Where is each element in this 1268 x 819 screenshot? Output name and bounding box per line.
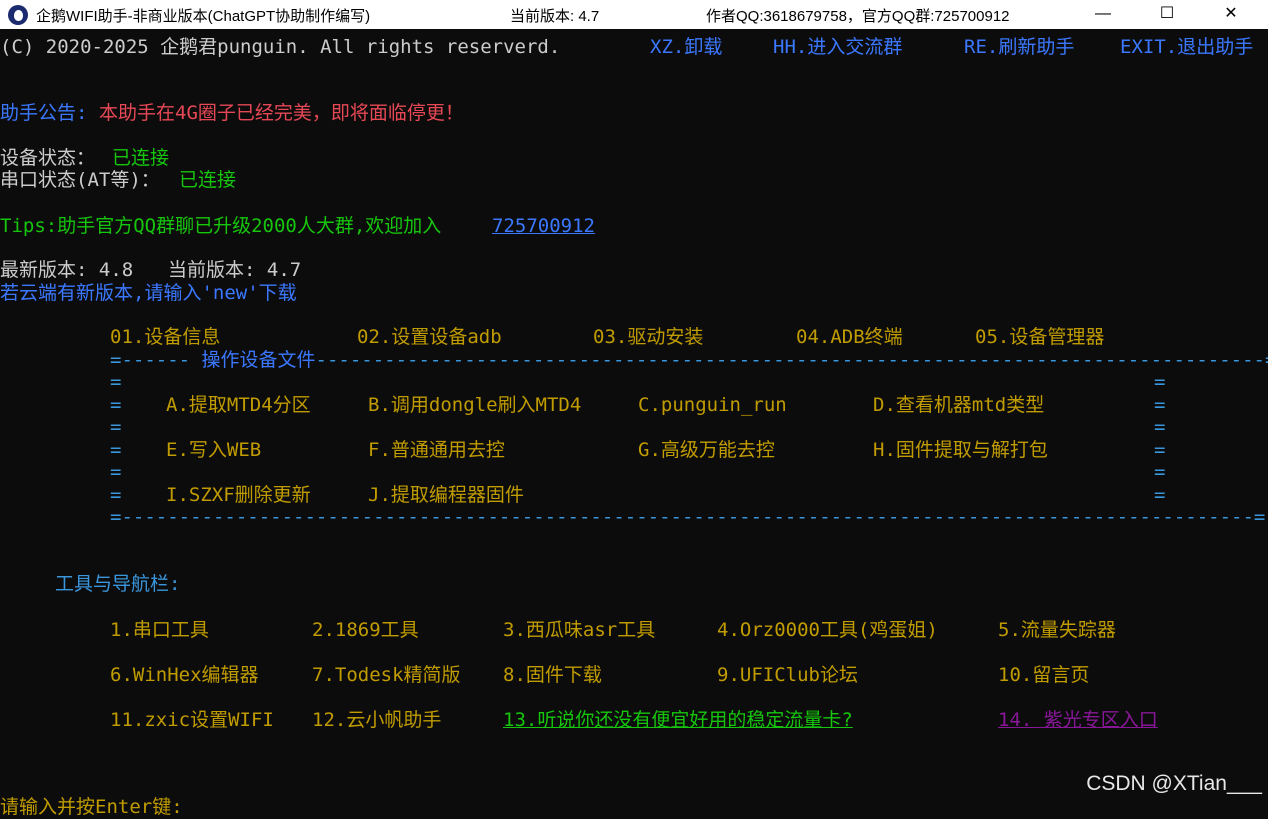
window-titlebar: 企鹅WIFI助手-非商业版本(ChatGPT协助制作编写) 当前版本: 4.7 … <box>0 0 1268 29</box>
box-right-edge: = <box>1154 439 1166 461</box>
tool-zxic-wifi[interactable]: 11.zxic设置WIFI <box>110 708 274 732</box>
option-a-extract-mtd4[interactable]: A.提取MTD4分区 <box>166 393 311 417</box>
option-j-programmer-firmware[interactable]: J.提取编程器固件 <box>368 483 524 507</box>
tool-firmware-download[interactable]: 8.固件下载 <box>503 663 602 687</box>
menu-join-group[interactable]: HH.进入交流群 <box>773 35 902 59</box>
update-hint: 若云端有新版本,请输入'new'下载 <box>0 282 297 304</box>
box-right-edge: = <box>1154 484 1166 506</box>
csdn-watermark: CSDN @XTian___ <box>1086 772 1262 795</box>
copyright-text: (C) 2020-2025 企鹅君punguin. All rights res… <box>0 36 561 58</box>
device-status-value: 已连接 <box>112 147 170 169</box>
box-title: 操作设备文件 <box>201 349 316 371</box>
window-title: 企鹅WIFI助手-非商业版本(ChatGPT协助制作编写) <box>36 8 371 25</box>
box-left-edge: = <box>110 394 122 416</box>
box-bottom-border: =---------------------------------------… <box>110 506 1266 528</box>
window-author-label: 作者QQ:3618679758，官方QQ群:725700912 <box>706 8 1010 25</box>
option-b-dongle-flash[interactable]: B.调用dongle刷入MTD4 <box>368 393 581 417</box>
box-right-edge: = <box>1154 416 1166 438</box>
box-left-edge: = <box>110 484 122 506</box>
menu-device-info[interactable]: 01.设备信息 <box>110 325 220 349</box>
tool-yunxiaofan[interactable]: 12.云小帆助手 <box>312 708 441 732</box>
option-g-advanced-uncontrol[interactable]: G.高级万能去控 <box>638 438 775 462</box>
option-i-szxf-remove-update[interactable]: I.SZXF删除更新 <box>166 483 311 507</box>
tool-message-page[interactable]: 10.留言页 <box>998 663 1089 687</box>
notice-text: 本助手在4G圈子已经完美，即将面临停更！ <box>99 102 464 124</box>
console-window: (C) 2020-2025 企鹅君punguin. All rights res… <box>0 29 1268 818</box>
notice-prefix: 助手公告: <box>0 102 88 124</box>
tool-data-card-link[interactable]: 13.听说你还没有便宜好用的稳定流量卡? <box>503 708 853 732</box>
close-button[interactable]: ✕ <box>1206 0 1256 29</box>
maximize-button[interactable]: ☐ <box>1142 0 1192 29</box>
serial-status-label: 串口状态(AT等)： <box>0 169 160 191</box>
tool-asr[interactable]: 3.西瓜味asr工具 <box>503 618 655 642</box>
box-left-edge: = <box>110 371 122 393</box>
minimize-button[interactable]: — <box>1078 0 1128 29</box>
box-left-edge: = <box>110 439 122 461</box>
tips-text: Tips:助手官方QQ群聊已升级2000人大群,欢迎加入 <box>0 215 442 237</box>
menu-refresh[interactable]: RE.刷新助手 <box>964 35 1074 59</box>
tool-1869[interactable]: 2.1869工具 <box>312 618 419 642</box>
tool-winhex[interactable]: 6.WinHex编辑器 <box>110 663 259 687</box>
device-status-label: 设备状态： <box>0 147 96 169</box>
box-top-border: =------ 操作设备文件--------------------------… <box>110 349 1268 371</box>
input-prompt: 请输入并按Enter键: <box>0 796 183 818</box>
menu-uninstall[interactable]: XZ.卸载 <box>650 35 722 59</box>
tool-serial[interactable]: 1.串口工具 <box>110 618 209 642</box>
qq-group-link[interactable]: 725700912 <box>492 214 595 238</box>
menu-driver-install[interactable]: 03.驱动安装 <box>593 325 703 349</box>
tool-todesk[interactable]: 7.Todesk精简版 <box>312 663 461 687</box>
window-version-label: 当前版本: 4.7 <box>510 8 600 25</box>
tool-unisoc-zone-link[interactable]: 14. 紫光专区入口 <box>998 708 1158 732</box>
box-left-edge: = <box>110 461 122 483</box>
box-right-edge: = <box>1154 394 1166 416</box>
menu-device-manager[interactable]: 05.设备管理器 <box>975 325 1104 349</box>
tool-orz0000[interactable]: 4.Orz0000工具(鸡蛋姐) <box>717 618 938 642</box>
menu-exit[interactable]: EXIT.退出助手 <box>1120 35 1253 59</box>
option-h-firmware-pack[interactable]: H.固件提取与解打包 <box>873 438 1048 462</box>
tool-uficlub-forum[interactable]: 9.UFIClub论坛 <box>717 663 858 687</box>
tool-traffic-tracker[interactable]: 5.流量失踪器 <box>998 618 1116 642</box>
current-version: 当前版本: 4.7 <box>168 259 302 281</box>
option-e-write-web[interactable]: E.写入WEB <box>166 438 261 462</box>
serial-status-value: 已连接 <box>179 169 237 191</box>
option-d-mtd-type[interactable]: D.查看机器mtd类型 <box>873 393 1044 417</box>
penguin-app-icon <box>8 5 28 25</box>
menu-adb-terminal[interactable]: 04.ADB终端 <box>796 325 903 349</box>
box-right-edge: = <box>1154 371 1166 393</box>
option-f-generic-uncontrol[interactable]: F.普通通用去控 <box>368 438 505 462</box>
latest-version: 最新版本: 4.8 <box>0 259 134 281</box>
option-c-punguin-run[interactable]: C.punguin_run <box>638 393 787 417</box>
menu-set-adb[interactable]: 02.设置设备adb <box>357 325 502 349</box>
box-right-edge: = <box>1154 461 1166 483</box>
box-left-edge: = <box>110 416 122 438</box>
tools-heading: 工具与导航栏: <box>55 573 181 595</box>
